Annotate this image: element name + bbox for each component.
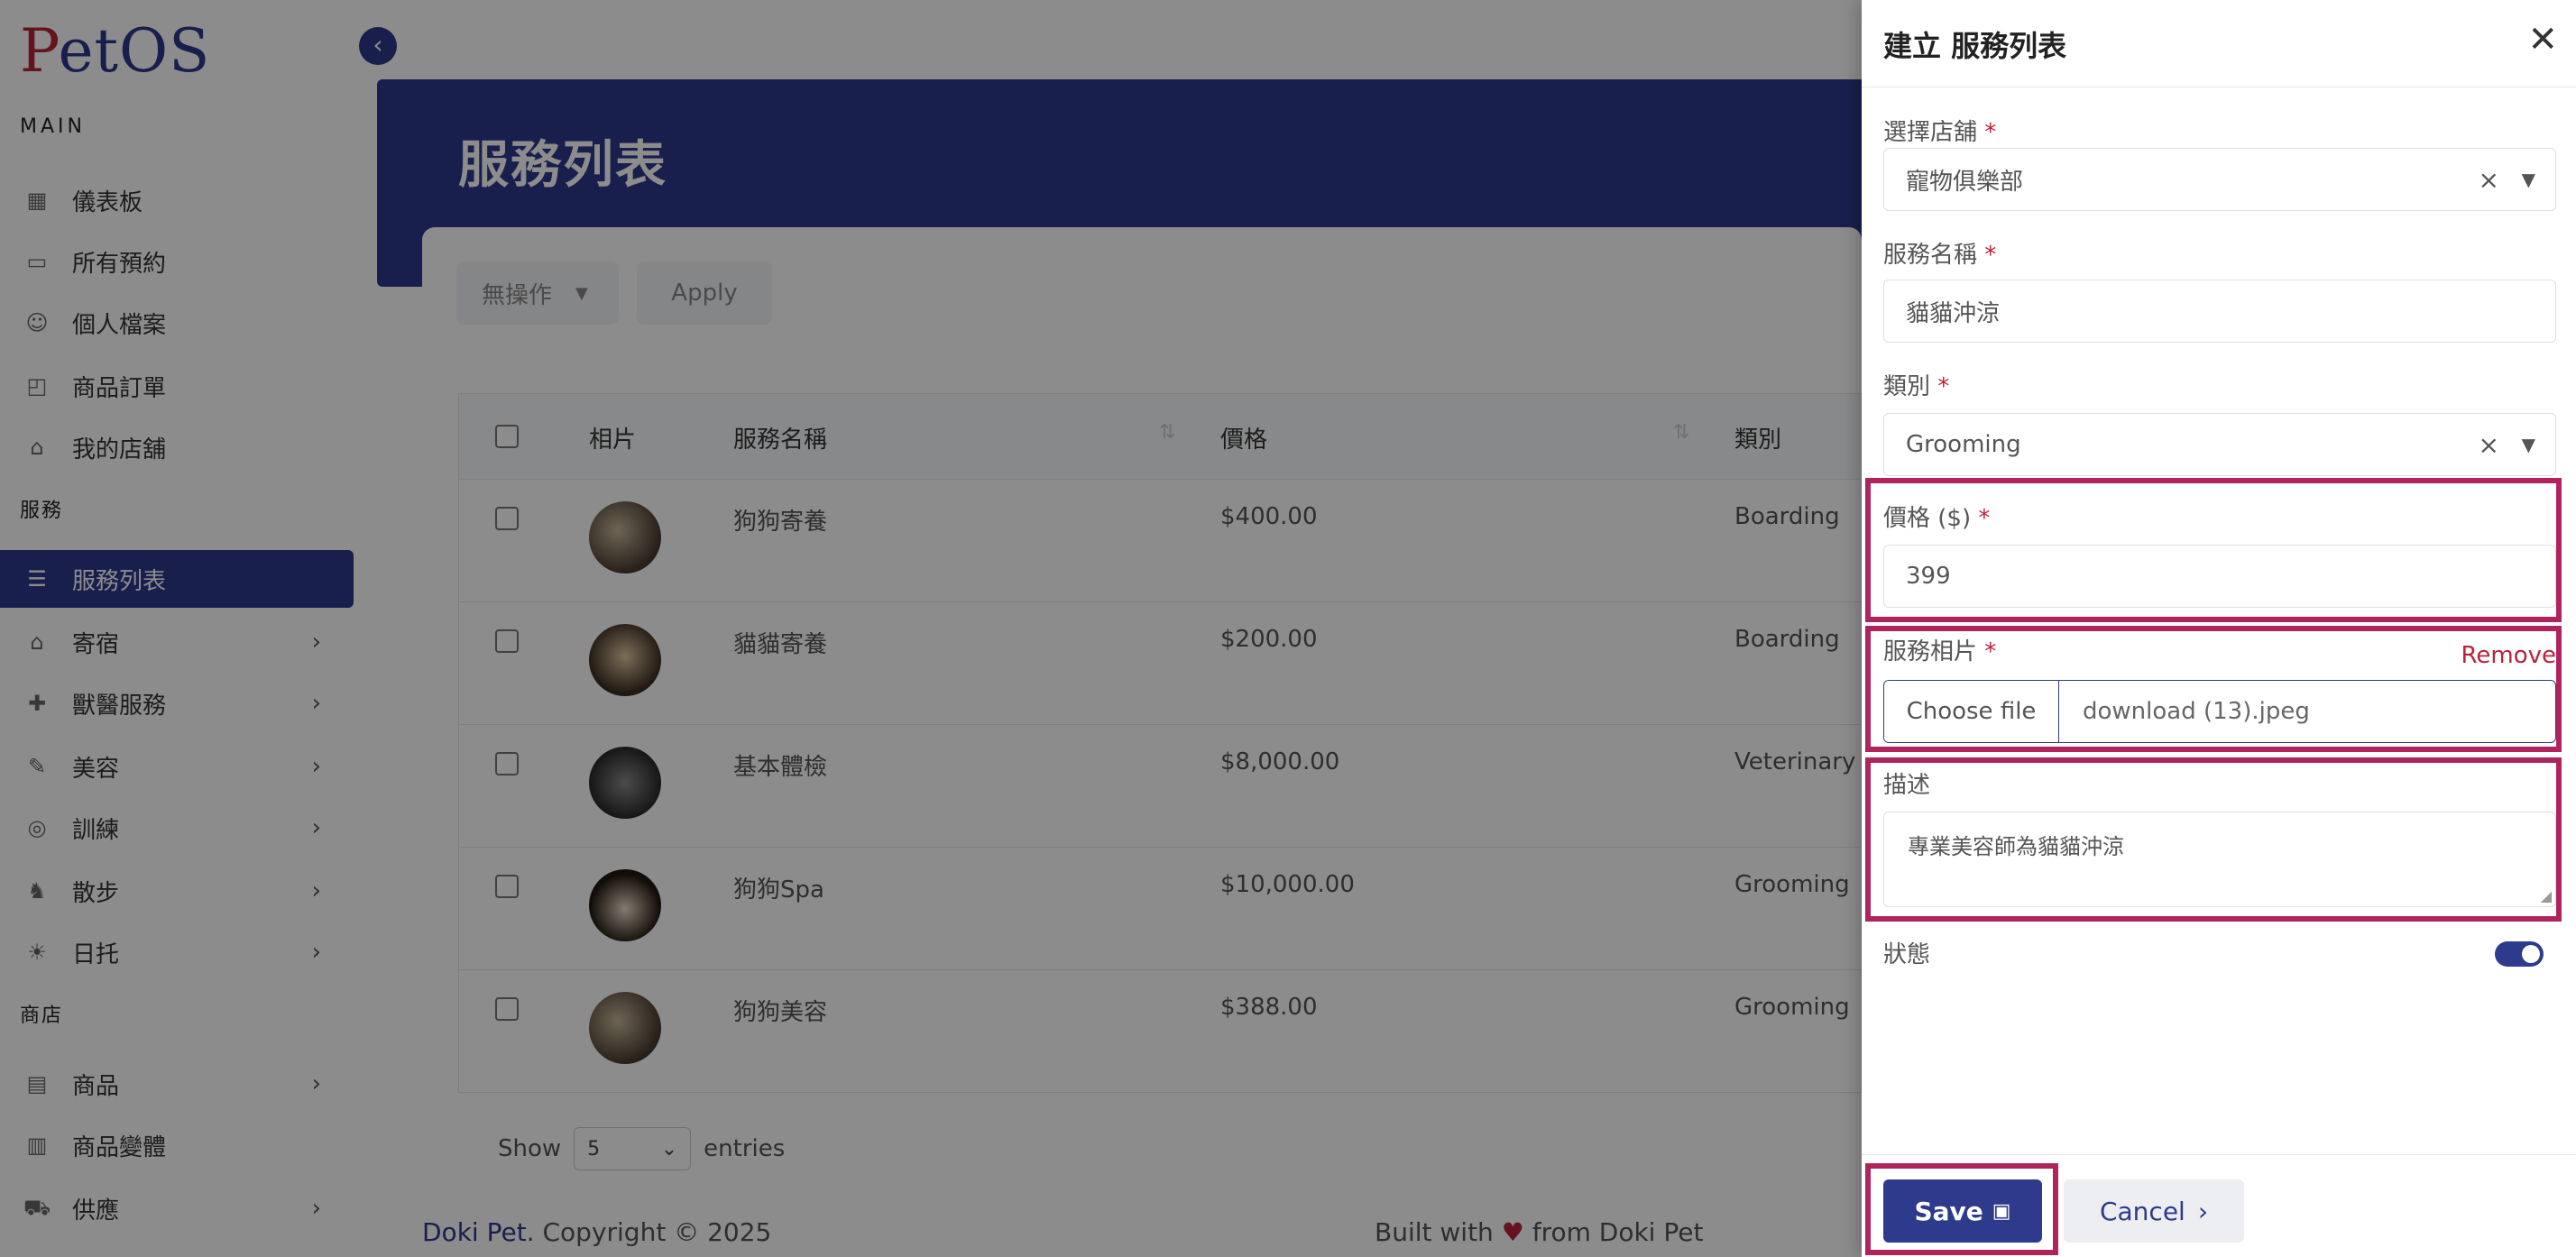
service-name-label: 服務名稱 * xyxy=(1883,242,1997,269)
clear-icon[interactable]: × xyxy=(2479,430,2499,460)
highlight-save xyxy=(1865,1163,2058,1255)
highlight-photo xyxy=(1865,626,2562,752)
category-select[interactable]: Grooming × ▼ xyxy=(1883,413,2556,476)
caret-down-icon[interactable]: ▼ xyxy=(2522,434,2535,455)
panel-title: 建立 服務列表 xyxy=(1883,29,2067,63)
cancel-button[interactable]: Cancel › xyxy=(2064,1179,2244,1243)
highlight-price xyxy=(1865,478,2562,622)
chevron-right-icon: › xyxy=(2197,1196,2209,1226)
caret-down-icon[interactable]: ▼ xyxy=(2522,169,2535,190)
panel-footer xyxy=(1862,1154,2576,1155)
status-toggle[interactable] xyxy=(2495,941,2544,967)
status-label: 狀態 xyxy=(1883,941,1931,968)
close-icon[interactable]: ✕ xyxy=(2527,22,2558,58)
clear-icon[interactable]: × xyxy=(2479,165,2499,195)
modal-backdrop[interactable] xyxy=(0,0,1862,1257)
store-select[interactable]: 寵物俱樂部 × ▼ xyxy=(1883,148,2556,211)
category-label: 類別 * xyxy=(1883,373,1950,400)
service-name-input[interactable]: 貓貓沖涼 xyxy=(1883,280,2556,343)
highlight-description xyxy=(1865,757,2562,922)
store-label: 選擇店舖 * xyxy=(1883,119,1997,146)
